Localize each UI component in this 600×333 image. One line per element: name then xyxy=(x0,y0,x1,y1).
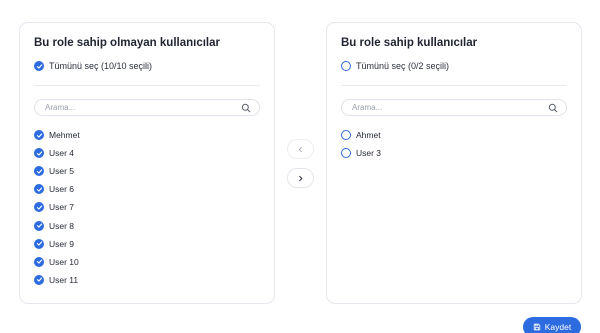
checkbox-unchecked-icon xyxy=(341,130,351,141)
panel-title: Bu role sahip olmayan kullanıcılar xyxy=(34,37,220,49)
checkbox-unchecked-icon xyxy=(341,148,351,159)
user-name: User 7 xyxy=(49,202,75,213)
list-item[interactable]: Ahmet xyxy=(341,126,567,144)
list-item[interactable]: User 9 xyxy=(34,235,260,253)
checkbox-checked-icon xyxy=(34,184,44,195)
user-name: User 9 xyxy=(49,238,75,249)
divider xyxy=(341,85,567,86)
select-all-checkbox[interactable]: Tümünü seç (10/10 seçili) xyxy=(34,59,260,73)
user-name: User 10 xyxy=(49,256,79,267)
list-item[interactable]: User 3 xyxy=(341,144,567,162)
chevron-right-icon xyxy=(299,175,303,181)
user-list: Ahmet User 3 xyxy=(341,126,567,162)
select-all-label: Tümünü seç (10/10 seçili) xyxy=(49,61,153,71)
list-item[interactable]: User 4 xyxy=(34,144,260,162)
checkbox-unchecked-icon xyxy=(341,61,351,71)
user-list: Mehmet User 4 User 5 User 6 User 7 User … xyxy=(34,126,260,289)
checkbox-checked-icon xyxy=(34,202,44,213)
user-name: User 8 xyxy=(49,220,75,231)
checkbox-checked-icon xyxy=(34,238,44,249)
checkbox-checked-icon xyxy=(34,220,44,231)
panel-title: Bu role sahip kullanıcılar xyxy=(341,37,478,49)
divider xyxy=(34,85,260,86)
user-name: User 6 xyxy=(49,184,75,195)
user-name: User 3 xyxy=(356,148,382,159)
search-box xyxy=(341,99,567,116)
list-item[interactable]: User 7 xyxy=(34,198,260,216)
checkbox-checked-icon xyxy=(34,274,44,285)
search-icon[interactable] xyxy=(548,103,558,113)
move-left-button[interactable] xyxy=(287,139,314,159)
list-item[interactable]: User 10 xyxy=(34,253,260,271)
users-without-role-panel: Bu role sahip olmayan kullanıcılar Tümün… xyxy=(19,22,275,304)
checkbox-checked-icon xyxy=(34,130,44,141)
select-all-checkbox[interactable]: Tümünü seç (0/2 seçili) xyxy=(341,59,567,73)
users-with-role-panel: Bu role sahip kullanıcılar Tümünü seç (0… xyxy=(326,22,582,304)
list-item[interactable]: User 6 xyxy=(34,180,260,198)
user-name: Ahmet xyxy=(356,130,381,141)
checkbox-checked-icon xyxy=(34,61,44,71)
checkbox-checked-icon xyxy=(34,166,44,177)
search-icon[interactable] xyxy=(241,103,251,113)
move-right-button[interactable] xyxy=(287,168,314,188)
list-item[interactable]: User 11 xyxy=(34,271,260,289)
chevron-left-icon xyxy=(298,146,302,152)
user-name: User 4 xyxy=(49,148,75,159)
list-item[interactable]: User 5 xyxy=(34,162,260,180)
search-input[interactable] xyxy=(352,103,556,112)
search-input[interactable] xyxy=(45,103,249,112)
user-name: User 11 xyxy=(49,274,79,285)
checkbox-checked-icon xyxy=(34,256,44,267)
user-name: User 5 xyxy=(49,166,75,177)
checkbox-checked-icon xyxy=(34,148,44,159)
list-item[interactable]: Mehmet xyxy=(34,126,260,144)
search-box xyxy=(34,99,260,116)
save-button[interactable]: Kaydet xyxy=(523,317,581,333)
save-button-label: Kaydet xyxy=(544,322,572,332)
list-item[interactable]: User 8 xyxy=(34,216,260,234)
select-all-label: Tümünü seç (0/2 seçili) xyxy=(356,61,450,71)
save-icon xyxy=(533,323,540,331)
user-name: Mehmet xyxy=(49,130,80,141)
